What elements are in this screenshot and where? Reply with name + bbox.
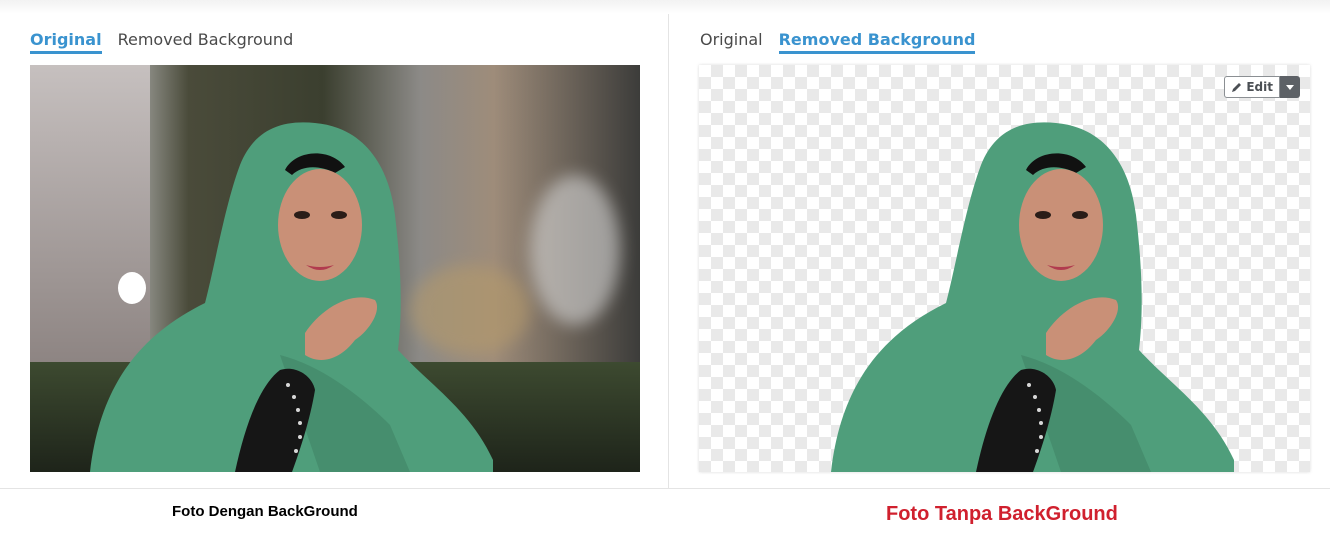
edit-button[interactable]: Edit — [1224, 76, 1280, 98]
edit-dropdown-toggle[interactable] — [1280, 76, 1300, 98]
caption-without-background: Foto Tanpa BackGround — [886, 503, 1118, 525]
removed-background-panel: Original Removed Background Edit — [669, 14, 1330, 488]
transparent-result-preview: Edit — [699, 65, 1310, 472]
subject-cutout — [831, 122, 1234, 472]
pencil-icon — [1232, 82, 1242, 92]
top-shadow-band — [0, 0, 1330, 14]
tab-bar: Original Removed Background — [30, 30, 293, 54]
caret-down-icon — [1286, 84, 1294, 90]
tab-removed-background[interactable]: Removed Background — [118, 30, 294, 54]
tab-original[interactable]: Original — [700, 30, 763, 54]
tab-bar: Original Removed Background — [700, 30, 976, 54]
tab-removed-background[interactable]: Removed Background — [778, 30, 976, 54]
original-photo — [30, 65, 640, 472]
original-panel: Original Removed Background — [0, 14, 669, 488]
caption-with-background: Foto Dengan BackGround — [172, 503, 358, 520]
tab-original[interactable]: Original — [30, 30, 102, 54]
edit-button-label: Edit — [1246, 80, 1273, 94]
subject-figure — [90, 122, 493, 472]
edit-button-group: Edit — [1224, 76, 1300, 98]
divider-line — [0, 488, 1330, 489]
